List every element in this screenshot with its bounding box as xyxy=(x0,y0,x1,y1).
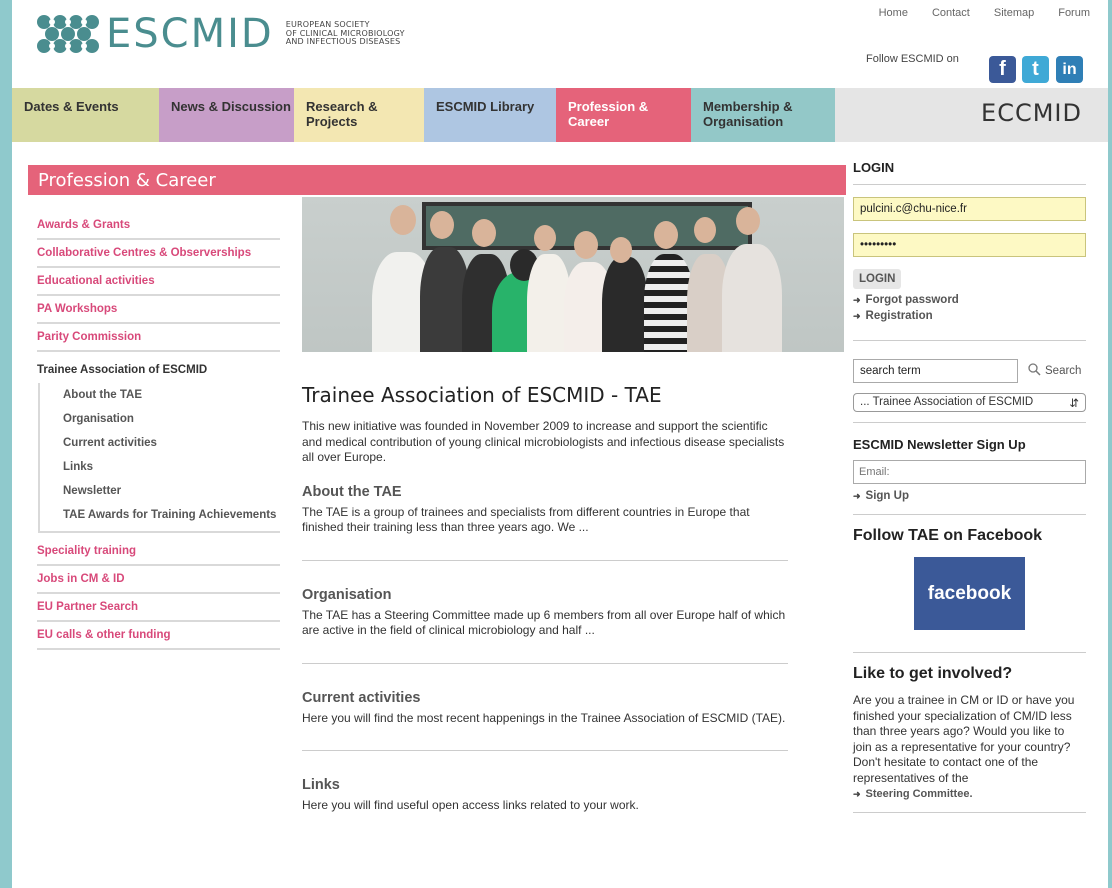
block-title-current-activities[interactable]: Current activities xyxy=(302,690,788,706)
subnav-current-activities[interactable]: Current activities xyxy=(63,431,280,455)
arrow-icon: ➜ xyxy=(853,295,861,305)
top-link-home[interactable]: Home xyxy=(879,7,908,19)
top-link-forum[interactable]: Forum xyxy=(1058,7,1090,19)
leftnav-eu-calls[interactable]: EU calls & other funding xyxy=(37,622,280,650)
left-frame-border xyxy=(0,0,12,888)
main-content: Trainee Association of ESCMID - TAE This… xyxy=(302,383,788,864)
top-links: Home Contact Sitemap Forum xyxy=(879,7,1090,19)
follow-label: Follow ESCMID on xyxy=(866,53,959,65)
leftnav-parity-commission[interactable]: Parity Commission xyxy=(37,324,280,352)
subnav-tae-awards[interactable]: TAE Awards for Training Achievements xyxy=(63,503,280,527)
twitter-icon[interactable]: t xyxy=(1022,56,1049,83)
escmid-logo-icon xyxy=(36,14,100,54)
subnav-links[interactable]: Links xyxy=(63,455,280,479)
leftnav-trainee-association[interactable]: Trainee Association of ESCMID xyxy=(37,352,280,383)
content-block: Links Here you will find useful open acc… xyxy=(302,777,788,838)
top-link-sitemap[interactable]: Sitemap xyxy=(994,7,1034,19)
block-title-about[interactable]: About the TAE xyxy=(302,484,788,500)
page-title: Trainee Association of ESCMID - TAE xyxy=(302,383,662,407)
facebook-icon[interactable]: f xyxy=(989,56,1016,83)
content-block: Current activities Here you will find th… xyxy=(302,690,788,751)
involved-title: Like to get involved? xyxy=(853,665,1013,682)
facebook-section-title: Follow TAE on Facebook xyxy=(853,527,1043,544)
right-frame-border xyxy=(1108,0,1112,888)
leftnav-submenu: About the TAE Organisation Current activ… xyxy=(38,383,280,533)
registration-link[interactable]: ➜ Registration xyxy=(853,310,1086,322)
search-icon xyxy=(1028,363,1041,379)
block-text: The TAE has a Steering Committee made up… xyxy=(302,607,786,638)
forgot-password-link[interactable]: ➜ Forgot password xyxy=(853,294,1086,306)
newsletter-signup-link[interactable]: ➜ Sign Up xyxy=(853,490,1086,502)
intro-text: This new initiative was founded in Novem… xyxy=(302,419,785,464)
right-sidebar: LOGIN LOGIN ➜Forgot password ➜Registrati… xyxy=(853,160,1086,813)
block-text: Here you will find useful open access li… xyxy=(302,798,639,812)
login-title: LOGIN xyxy=(853,160,1086,185)
steering-committee-link[interactable]: ➜ Steering Committee. xyxy=(853,788,1086,800)
nav-research-projects[interactable]: Research & Projects xyxy=(294,88,424,142)
nav-profession-career[interactable]: Profession & Career xyxy=(556,88,691,142)
subnav-about-tae[interactable]: About the TAE xyxy=(63,383,280,407)
arrow-icon: ➜ xyxy=(853,789,861,799)
newsletter-email-input[interactable] xyxy=(853,460,1086,484)
nav-escmid-library[interactable]: ESCMID Library xyxy=(424,88,556,142)
escmid-logo[interactable]: ESCMID EUROPEAN SOCIETY OF CLINICAL MICR… xyxy=(36,14,405,54)
block-title-links[interactable]: Links xyxy=(302,777,788,793)
main-nav: Dates & Events News & Discussion Researc… xyxy=(12,88,1108,142)
login-email-input[interactable] xyxy=(853,197,1086,221)
leftnav-awards-grants[interactable]: Awards & Grants xyxy=(37,212,280,240)
nav-news-discussion[interactable]: News & Discussion xyxy=(159,88,294,142)
leftnav-eu-partner-search[interactable]: EU Partner Search xyxy=(37,594,280,622)
select-arrows-icon: ⇵ xyxy=(1069,398,1079,410)
login-button[interactable]: LOGIN xyxy=(853,269,902,289)
linkedin-icon[interactable]: in xyxy=(1056,56,1083,83)
block-title-organisation[interactable]: Organisation xyxy=(302,587,788,603)
block-text: Here you will find the most recent happe… xyxy=(302,710,786,725)
search-button[interactable]: Search xyxy=(1028,363,1081,379)
subnav-newsletter[interactable]: Newsletter xyxy=(63,479,280,503)
involved-text: Are you a trainee in CM or ID or have yo… xyxy=(853,693,1075,785)
logo-subtitle: EUROPEAN SOCIETY OF CLINICAL MICROBIOLOG… xyxy=(285,20,405,47)
arrow-icon: ➜ xyxy=(853,311,861,321)
login-password-input[interactable] xyxy=(853,233,1086,257)
content-block: Organisation The TAE has a Steering Comm… xyxy=(302,587,788,664)
search-input[interactable] xyxy=(853,359,1018,383)
search-scope-select[interactable]: ... Trainee Association of ESCMID ⇵ xyxy=(853,393,1086,412)
content-block: About the TAE The TAE is a group of trai… xyxy=(302,484,788,561)
leftnav-educational-activities[interactable]: Educational activities xyxy=(37,268,280,296)
nav-dates-events[interactable]: Dates & Events xyxy=(12,88,159,142)
subnav-organisation[interactable]: Organisation xyxy=(63,407,280,431)
left-nav: Awards & Grants Collaborative Centres & … xyxy=(37,212,280,650)
nav-membership-organisation[interactable]: Membership & Organisation xyxy=(691,88,835,142)
facebook-badge-icon[interactable]: facebook xyxy=(914,557,1025,630)
block-text: The TAE is a group of trainees and speci… xyxy=(302,504,750,535)
leftnav-pa-workshops[interactable]: PA Workshops xyxy=(37,296,280,324)
nav-eccmid[interactable]: ECCMID xyxy=(835,88,1108,142)
top-link-contact[interactable]: Contact xyxy=(932,7,970,19)
section-title: Profession & Career xyxy=(28,165,846,195)
logo-wordmark: ESCMID xyxy=(106,11,274,57)
group-photo xyxy=(302,197,844,352)
leftnav-speciality-training[interactable]: Speciality training xyxy=(37,533,280,566)
leftnav-collaborative-centres[interactable]: Collaborative Centres & Observerships xyxy=(37,240,280,268)
newsletter-title: ESCMID Newsletter Sign Up xyxy=(853,437,1026,452)
arrow-icon: ➜ xyxy=(853,491,861,501)
leftnav-jobs[interactable]: Jobs in CM & ID xyxy=(37,566,280,594)
